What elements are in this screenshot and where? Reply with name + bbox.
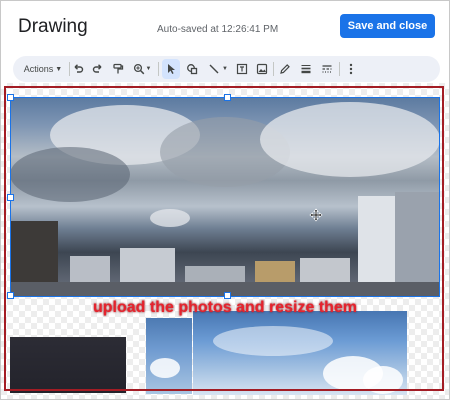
redo-icon[interactable] — [89, 59, 107, 79]
toolbar: Actions ▼ ▼ ▼ — [13, 56, 440, 82]
drawing-dialog: Drawing Auto-saved at 12:26:41 PM Save a… — [0, 0, 450, 400]
chevron-down-icon: ▼ — [145, 66, 152, 72]
zoom-icon[interactable]: ▼ — [129, 59, 155, 79]
annotation-text: upload the photos and resize them — [92, 299, 358, 316]
more-icon[interactable] — [343, 59, 359, 79]
save-and-close-button[interactable]: Save and close — [340, 14, 435, 38]
paint-format-icon[interactable] — [109, 59, 127, 79]
actions-label: Actions — [23, 64, 54, 74]
annotation-frame — [4, 86, 444, 391]
line-dash-icon[interactable] — [318, 59, 336, 79]
select-icon[interactable] — [162, 59, 180, 79]
undo-icon[interactable] — [69, 59, 87, 79]
chevron-down-icon: ▼ — [55, 65, 63, 73]
toolbar-divider — [158, 62, 159, 76]
line-weight-icon[interactable] — [297, 59, 315, 79]
textbox-icon[interactable] — [233, 59, 251, 79]
line-icon[interactable]: ▼ — [204, 59, 232, 79]
pen-icon[interactable] — [276, 59, 294, 79]
toolbar-divider — [273, 62, 274, 76]
chevron-down-icon: ▼ — [222, 66, 228, 72]
shape-icon[interactable] — [183, 59, 201, 79]
actions-menu[interactable]: Actions ▼ — [21, 59, 65, 79]
image-icon[interactable] — [253, 59, 271, 79]
autosave-status: Auto-saved at 12:26:41 PM — [157, 24, 279, 35]
dialog-title: Drawing — [18, 16, 88, 37]
toolbar-divider — [339, 62, 340, 76]
